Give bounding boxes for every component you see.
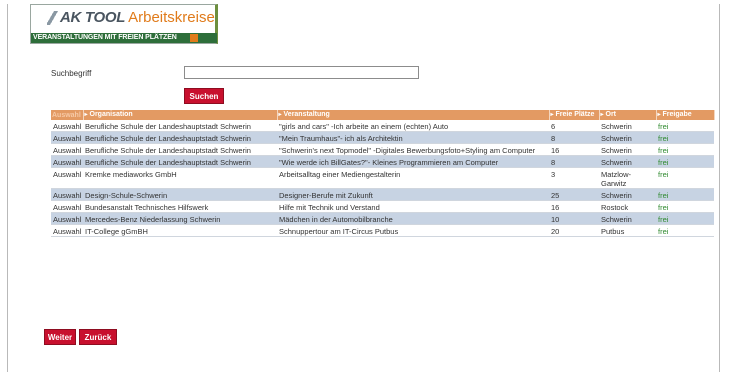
event-cell: Arbeitsalltag einer Mediengestalterin — [277, 167, 549, 189]
sort-icon: ▸ — [550, 112, 554, 118]
table-row: Auswahl Design-Schule-Schwerin Designer-… — [51, 188, 714, 201]
column-label: Freigabe — [662, 111, 692, 118]
select-link[interactable]: Auswahl — [51, 120, 83, 132]
table-header-row: Auswahl ▸ Organisation ▸ Veranstaltung ▸ Fr… — [51, 110, 715, 120]
organisation-cell: Bundesanstalt Technisches Hilfswerk — [83, 200, 277, 213]
free-seats-cell: 16 — [549, 200, 599, 213]
column-label: Organisation — [89, 111, 133, 118]
next-button[interactable]: Weiter — [44, 329, 76, 345]
column-header-select[interactable]: Auswahl — [51, 110, 84, 120]
organisation-cell: IT-College gGmBH — [83, 224, 277, 237]
select-link[interactable]: Auswahl — [51, 131, 83, 144]
column-header-free-seats[interactable]: ▸ Freie Plätze — [549, 110, 600, 120]
select-link[interactable]: Auswahl — [51, 212, 83, 225]
table-row: Auswahl Berufliche Schule der Landeshaup… — [51, 143, 714, 156]
place-cell: Rostock — [599, 200, 656, 213]
release-status: frei — [656, 131, 714, 144]
column-header-event[interactable]: ▸ Veranstaltung — [277, 110, 550, 120]
search-button[interactable]: Suchen — [184, 88, 224, 104]
event-cell: "Mein Traumhaus"- ich als Architektin — [277, 131, 549, 144]
logo-wordmark: AK TOOL Arbeitskreise — [47, 9, 215, 26]
table-row: Auswahl Berufliche Schule der Landeshaup… — [51, 131, 714, 144]
event-cell: Hilfe mit Technik und Verstand — [277, 200, 549, 213]
release-status: frei — [656, 200, 714, 213]
free-seats-cell: 10 — [549, 212, 599, 225]
release-status: frei — [656, 155, 714, 168]
column-label: Veranstaltung — [283, 111, 330, 118]
event-cell: "girls and cars" -Ich arbeite an einem (… — [277, 120, 549, 132]
free-seats-cell: 20 — [549, 224, 599, 237]
sort-icon: ▸ — [84, 112, 88, 118]
column-header-release[interactable]: ▸ Freigabe — [656, 110, 715, 120]
place-cell: Schwerin — [599, 131, 656, 144]
logo-accent-square — [190, 34, 198, 42]
free-seats-cell: 16 — [549, 143, 599, 156]
release-status: frei — [656, 212, 714, 225]
table-row: Auswahl Mercedes-Benz Niederlassung Schw… — [51, 212, 714, 225]
column-header-place[interactable]: ▸ Ort — [599, 110, 657, 120]
organisation-cell: Design-Schule-Schwerin — [83, 188, 277, 201]
select-link[interactable]: Auswahl — [51, 167, 83, 189]
table-row: Auswahl Berufliche Schule der Landeshaup… — [51, 155, 714, 168]
search-input[interactable] — [184, 66, 419, 79]
place-cell: Schwerin — [599, 212, 656, 225]
table-row: Auswahl Bundesanstalt Technisches Hilfsw… — [51, 200, 714, 213]
select-link[interactable]: Auswahl — [51, 200, 83, 213]
place-cell: Schwerin — [599, 188, 656, 201]
sort-icon: ▸ — [657, 112, 661, 118]
table-row: Auswahl IT-College gGmBH Schnuppertour a… — [51, 224, 714, 237]
place-cell: Schwerin — [599, 155, 656, 168]
logo-brand: AK TOOL — [60, 9, 126, 26]
free-seats-cell: 3 — [549, 167, 599, 189]
select-link[interactable]: Auswahl — [51, 155, 83, 168]
column-label: Freie Plätze — [555, 111, 595, 118]
free-seats-cell: 8 — [549, 131, 599, 144]
organisation-cell: Berufliche Schule der Landeshauptstadt S… — [83, 120, 277, 132]
search-label: Suchbegriff — [51, 69, 92, 78]
free-seats-cell: 25 — [549, 188, 599, 201]
place-cell: Schwerin — [599, 143, 656, 156]
event-cell: "Wie werde ich BillGates?"- Kleines Prog… — [277, 155, 549, 168]
column-label: Ort — [605, 111, 617, 118]
organisation-cell: Berufliche Schule der Landeshauptstadt S… — [83, 131, 277, 144]
place-cell: Putbus — [599, 224, 656, 237]
results-table: Auswahl ▸ Organisation ▸ Veranstaltung ▸ Fr… — [51, 110, 715, 237]
table-row: Auswahl Kremke mediaworks GmbH Arbeitsal… — [51, 167, 714, 189]
release-status: frei — [656, 224, 714, 237]
organisation-cell: Berufliche Schule der Landeshauptstadt S… — [83, 143, 277, 156]
place-cell: Schwerin — [599, 120, 656, 132]
select-link[interactable]: Auswahl — [51, 224, 83, 237]
table-row: Auswahl Berufliche Schule der Landeshaup… — [51, 120, 714, 132]
sort-icon: ▸ — [278, 112, 282, 118]
sort-icon: ▸ — [600, 112, 604, 118]
organisation-cell: Berufliche Schule der Landeshauptstadt S… — [83, 155, 277, 168]
back-button[interactable]: Zurück — [79, 329, 117, 345]
event-cell: Schnuppertour am IT-Circus Putbus — [277, 224, 549, 237]
event-cell: "Schwerin's next Topmodel" -Digitales Be… — [277, 143, 549, 156]
release-status: frei — [656, 120, 714, 132]
free-seats-cell: 6 — [549, 120, 599, 132]
logo-slash-icon — [47, 10, 59, 25]
organisation-cell: Mercedes-Benz Niederlassung Schwerin — [83, 212, 277, 225]
event-cell: Mädchen in der Automobilbranche — [277, 212, 549, 225]
column-header-organisation[interactable]: ▸ Organisation — [83, 110, 278, 120]
logo-title: Arbeitskreise — [128, 9, 215, 26]
free-seats-cell: 8 — [549, 155, 599, 168]
event-cell: Designer-Berufe mit Zukunft — [277, 188, 549, 201]
release-status: frei — [656, 143, 714, 156]
organisation-cell: Kremke mediaworks GmbH — [83, 167, 277, 189]
select-link[interactable]: Auswahl — [51, 188, 83, 201]
release-status: frei — [656, 188, 714, 201]
place-cell: Matzlow-Garwitz — [599, 167, 656, 189]
release-status: frei — [656, 167, 714, 189]
select-link[interactable]: Auswahl — [51, 143, 83, 156]
